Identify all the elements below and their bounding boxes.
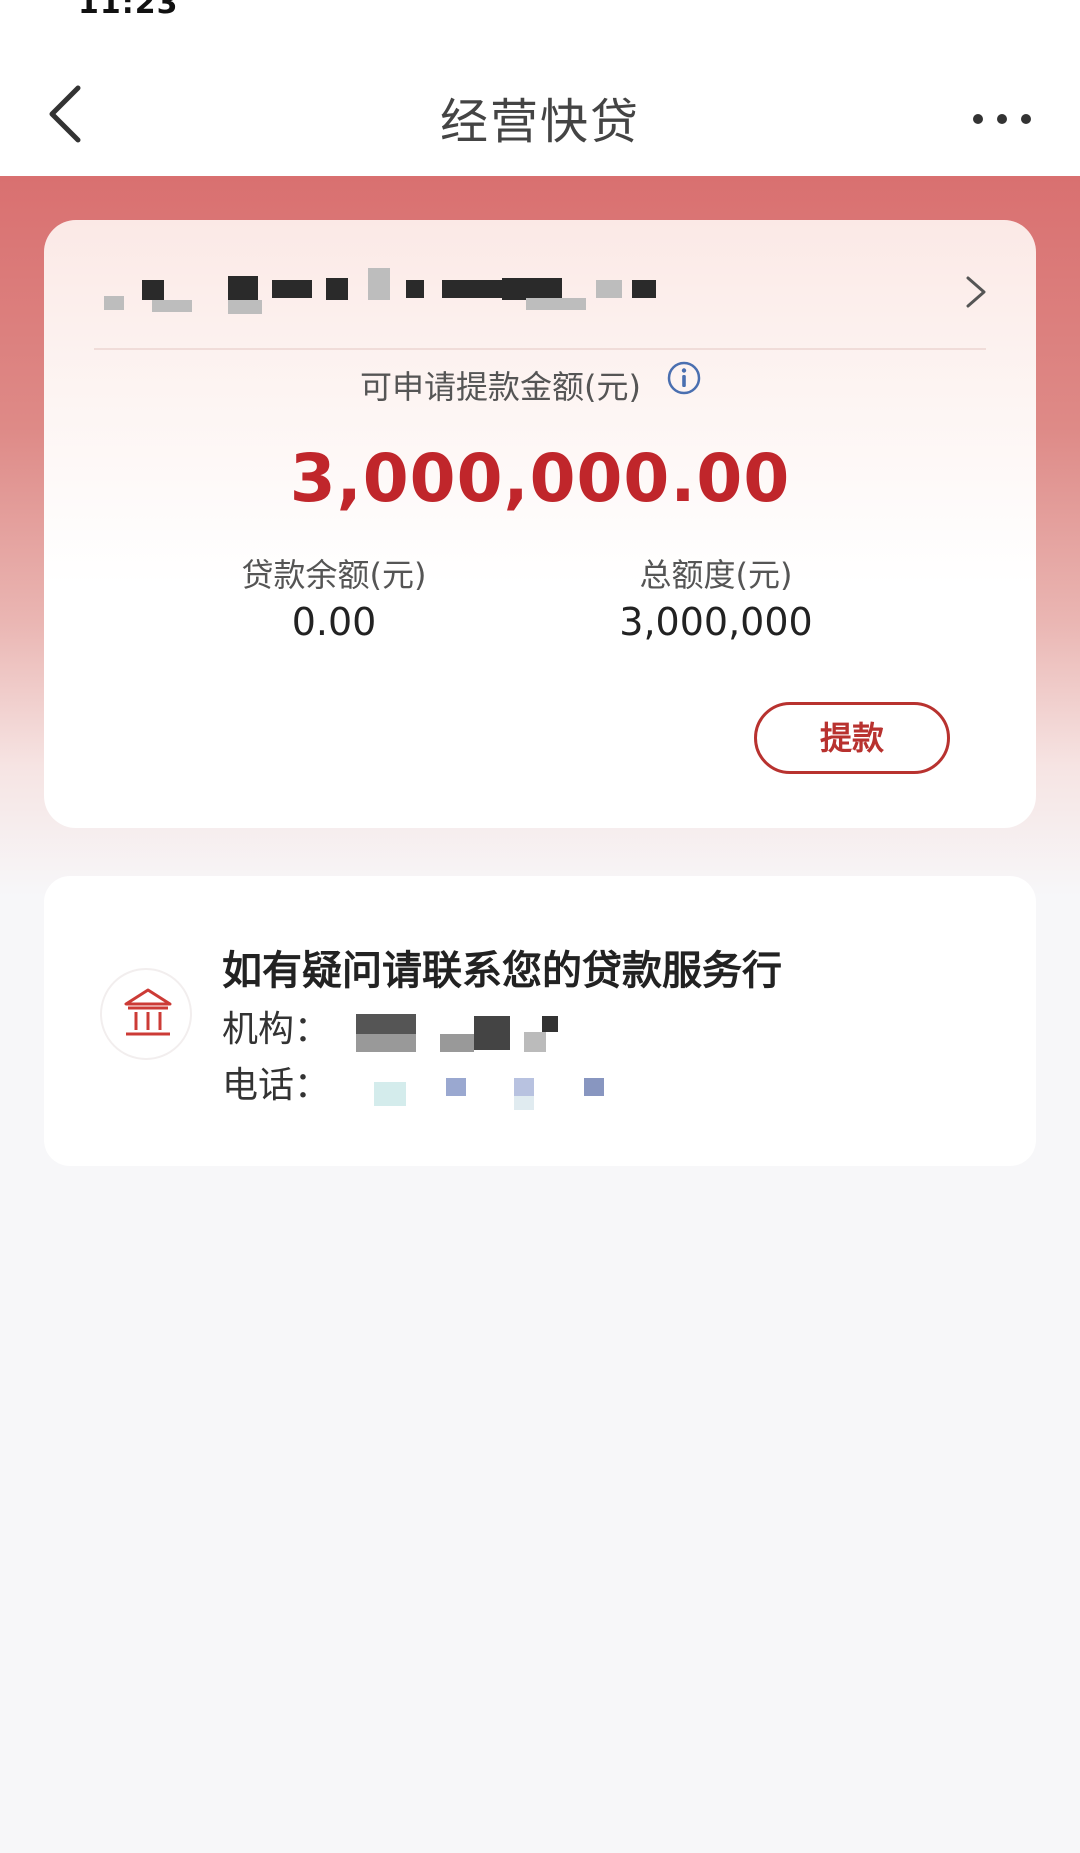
app-screen: 11:23 经营快贷 可申请提款金额(元) 3,000,000.00 贷款余额(… xyxy=(0,0,1080,1853)
loan-account-row[interactable] xyxy=(44,220,1036,348)
card-divider xyxy=(94,348,986,350)
contact-card: 如有疑问请联系您的贷款服务行 机构： 电话： xyxy=(44,876,1036,1166)
status-time: 11:23 xyxy=(78,0,179,21)
page-title: 经营快贷 xyxy=(439,94,640,150)
masked-org-name xyxy=(356,1014,558,1054)
more-button[interactable] xyxy=(970,104,1034,134)
loan-balance-label: 贷款余额(元) xyxy=(241,556,427,594)
info-circle-icon[interactable] xyxy=(666,360,702,396)
chevron-right-icon xyxy=(966,276,986,308)
available-amount-label: 可申请提款金额(元) xyxy=(360,368,641,406)
withdraw-button[interactable]: 提款 xyxy=(754,702,950,774)
masked-phone-number[interactable] xyxy=(374,1074,604,1110)
org-label: 机构： xyxy=(222,1009,331,1050)
loan-summary-card: 可申请提款金额(元) 3,000,000.00 贷款余额(元) 0.00 总额度… xyxy=(44,220,1036,828)
status-indicators xyxy=(828,0,1028,10)
bank-building-icon xyxy=(124,988,172,1036)
nav-header: 经营快贷 xyxy=(0,22,1080,176)
phone-label: 电话： xyxy=(222,1065,331,1106)
contact-title: 如有疑问请联系您的贷款服务行 xyxy=(222,948,782,994)
masked-account-info xyxy=(96,268,656,314)
total-limit-label: 总额度(元) xyxy=(639,556,793,594)
status-bar: 11:23 xyxy=(0,0,1080,22)
bank-avatar xyxy=(100,968,192,1060)
total-limit-value: 3,000,000 xyxy=(619,600,813,644)
loan-balance-value: 0.00 xyxy=(291,600,377,644)
available-amount: 3,000,000.00 xyxy=(289,440,791,517)
more-horizontal-icon xyxy=(973,114,1031,124)
